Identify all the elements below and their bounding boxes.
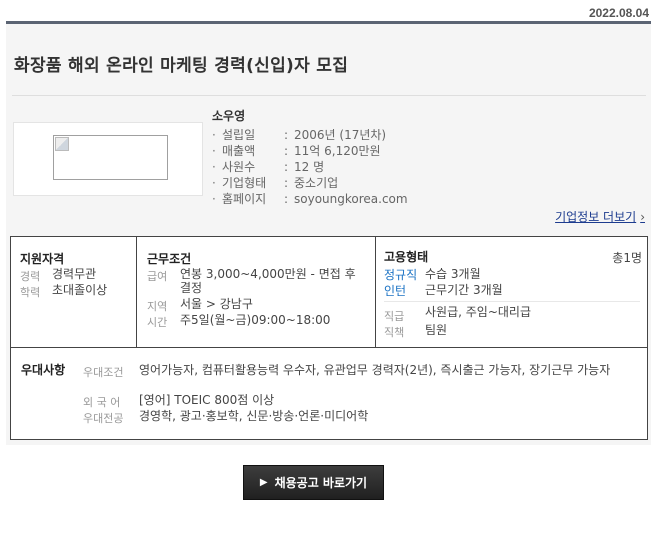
- company-info-list: · 설립일:2006년 (17년차) · 매출액:11억 6,120만원 · 사원수:…: [212, 127, 408, 207]
- employment-type: 정규직: [384, 268, 418, 282]
- caret-right-icon: ▶: [259, 477, 268, 488]
- employment-detail: 수습 3개월: [425, 267, 481, 281]
- employment-divider: [384, 301, 640, 302]
- career-value: 경력무관: [52, 267, 97, 281]
- employment-heading: 고용형태: [384, 250, 429, 264]
- language-label: 외 국 어: [83, 396, 121, 409]
- company-info-more-link[interactable]: 기업정보 더보기 ›: [555, 208, 645, 225]
- top-bar: 2022.08.04: [6, 0, 651, 24]
- job-title: 화장품 해외 온라인 마케팅 경력(신입)자 모집: [14, 56, 349, 76]
- post-date: 2022.08.04: [588, 6, 649, 20]
- job-summary-panel: 화장품 해외 온라인 마케팅 경력(신입)자 모집 소우영 · 설립일:2006년…: [6, 24, 651, 445]
- job-conditions-table: 지원자격 경력 경력무관 학력 초대졸이상 근무조건 급여 연봉 3,000~4…: [10, 236, 648, 440]
- employment-cell: 고용형태 총1명 정규직 수습 3개월 인턴 근무기간 3개월 직급 사원급, …: [376, 237, 648, 347]
- preferences-row: 우대사항 우대조건 영어가능자, 컴퓨터활용능력 우수자, 유관업무 경력자(2…: [11, 347, 647, 439]
- company-info-item: · 홈페이지: soyoungkorea.com: [212, 192, 408, 206]
- preferences-heading: 우대사항: [21, 363, 66, 377]
- homepage-link[interactable]: soyoungkorea.com: [294, 192, 408, 206]
- pref-condition-value: 영어가능자, 컴퓨터활용능력 우수자, 유관업무 경력자(2년), 즉시출근 가…: [139, 363, 611, 377]
- view-job-posting-button[interactable]: ▶ 채용공고 바로가기: [243, 465, 384, 500]
- view-job-posting-label: 채용공고 바로가기: [274, 476, 368, 490]
- company-logo-box: [13, 122, 203, 196]
- employment-detail: 근무기간 3개월: [425, 283, 503, 297]
- conditions-cell: 근무조건 급여 연봉 3,000~4,000만원 - 면접 후 결정 지역 서울…: [137, 237, 376, 347]
- language-value: [영어] TOEIC 800점 이상: [139, 393, 275, 407]
- duty-label: 직책: [384, 326, 405, 339]
- company-info-item: · 기업형태: 중소기업: [212, 176, 339, 190]
- pref-condition-label: 우대조건: [83, 366, 124, 379]
- career-label: 경력: [20, 270, 41, 283]
- company-info-item: · 매출액:11억 6,120만원: [212, 144, 381, 158]
- hire-count: 총1명: [612, 251, 642, 265]
- qualification-heading: 지원자격: [20, 252, 65, 266]
- duty-value: 팀원: [425, 323, 448, 337]
- salary-label: 급여: [147, 270, 168, 283]
- region-value: 서울 > 강남구: [180, 297, 253, 311]
- company-info-item: · 사원수:12 명: [212, 160, 325, 174]
- title-divider: [12, 95, 646, 96]
- time-value: 주5일(월~금)09:00~18:00: [180, 313, 331, 327]
- rank-value: 사원급, 주임~대리급: [425, 305, 532, 319]
- employment-type: 인턴: [384, 284, 407, 298]
- rank-label: 직급: [384, 310, 405, 323]
- salary-value: 연봉 3,000~4,000만원 - 면접 후 결정: [180, 267, 356, 295]
- education-label: 학력: [20, 286, 41, 299]
- major-value: 경영학, 광고·홍보학, 신문·방송·언론·미디어학: [139, 409, 369, 423]
- region-label: 지역: [147, 300, 168, 313]
- major-label: 우대전공: [83, 412, 124, 425]
- education-value: 초대졸이상: [52, 283, 108, 297]
- chevron-right-icon: ›: [640, 210, 645, 224]
- conditions-heading: 근무조건: [147, 252, 192, 266]
- broken-image-icon: [55, 137, 69, 151]
- company-logo: [53, 135, 168, 180]
- time-label: 시간: [147, 316, 168, 329]
- company-name: 소우영: [212, 109, 246, 123]
- qualification-cell: 지원자격 경력 경력무관 학력 초대졸이상: [11, 237, 137, 347]
- company-info-item: · 설립일:2006년 (17년차): [212, 128, 387, 142]
